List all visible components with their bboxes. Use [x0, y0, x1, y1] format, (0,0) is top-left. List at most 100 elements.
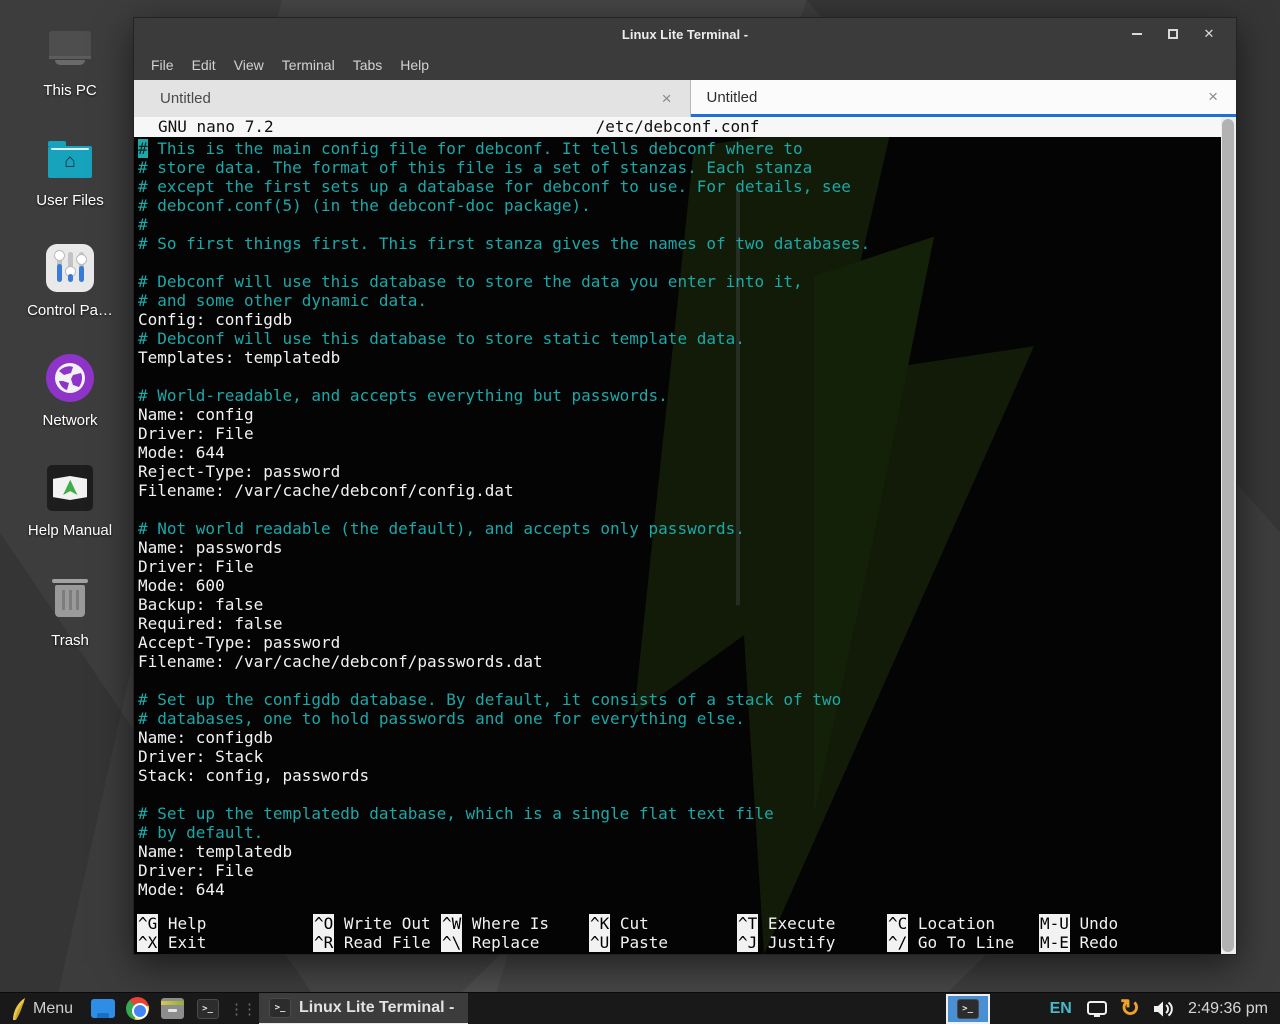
desktop-icon-control-panel[interactable]: Control Pa… — [8, 242, 132, 338]
chrome-launcher[interactable] — [125, 996, 150, 1021]
window-title: Linux Lite Terminal - — [134, 27, 1236, 42]
menu-file[interactable]: File — [142, 53, 183, 77]
minimize-button[interactable] — [1126, 23, 1148, 45]
desktop-icon-this-pc[interactable]: This PC — [8, 22, 132, 118]
volume-icon[interactable] — [1152, 1000, 1174, 1018]
menu-bar: FileEditViewTerminalTabsHelp — [134, 50, 1236, 80]
desktop-icon-label: User Files — [36, 192, 104, 209]
editor-line: Stack: config, passwords — [138, 766, 1236, 785]
shortcut-row: ^X Exit^R Read File^\ Replace^U Paste^J … — [134, 933, 1221, 952]
desktop-icon-help-manual[interactable]: ➤ Help Manual — [8, 462, 132, 558]
editor-line — [138, 671, 1236, 690]
editor-line: # Debconf will use this database to stor… — [138, 329, 1236, 348]
editor-line: # store data. The format of this file is… — [138, 158, 1236, 177]
editor-line: # debconf.conf(5) (in the debconf-doc pa… — [138, 196, 1236, 215]
editor-line: Mode: 600 — [138, 576, 1236, 595]
terminal-window: Linux Lite Terminal - ✕ FileEditViewTerm… — [133, 17, 1237, 955]
title-bar[interactable]: Linux Lite Terminal - ✕ — [134, 18, 1236, 50]
editor-line: Accept-Type: password — [138, 633, 1236, 652]
editor-line: # Debconf will use this database to stor… — [138, 272, 1236, 291]
desktop-icon-label: Control Pa… — [27, 302, 113, 319]
scrollbar[interactable] — [1221, 117, 1236, 954]
text-cursor: # — [138, 139, 148, 158]
laptop-icon — [44, 22, 96, 74]
clock[interactable]: 2:49:36 pm — [1188, 1000, 1268, 1018]
editor-line: Name: config — [138, 405, 1236, 424]
shortcut-row: ^G Help^O Write Out^W Where Is^K Cut^T E… — [134, 914, 1221, 933]
editor-line: # World-readable, and accepts everything… — [138, 386, 1236, 405]
desktop-icon-trash[interactable]: Trash — [8, 572, 132, 668]
editor-line: # — [138, 215, 1236, 234]
chrome-icon — [126, 997, 149, 1020]
tab-untitled-2[interactable]: Untitled × — [691, 80, 1237, 117]
editor-line: # Set up the configdb database. By defau… — [138, 690, 1236, 709]
terminal-content[interactable]: GNU nano 7.2 /etc/debconf.conf # This is… — [134, 117, 1236, 954]
editor-line: Reject-Type: password — [138, 462, 1236, 481]
terminal-launcher[interactable]: >_ — [195, 996, 220, 1021]
nano-shortcut: M-U Undo — [1039, 914, 1221, 933]
archive-launcher[interactable] — [160, 996, 185, 1021]
desktop-icons: This PC ⌂ User Files Control Pa… — [8, 22, 132, 668]
manual-book-icon: ➤ — [44, 462, 96, 514]
editor-line: Name: templatedb — [138, 842, 1236, 861]
terminal-icon: >_ — [197, 999, 219, 1019]
editor-lines[interactable]: # This is the main config file for debco… — [134, 137, 1236, 899]
terminal-icon: >_ — [269, 998, 291, 1018]
menu-help[interactable]: Help — [391, 53, 438, 77]
nano-shortcut: ^W Where Is — [441, 914, 589, 933]
editor-line: Name: passwords — [138, 538, 1236, 557]
menu-terminal[interactable]: Terminal — [273, 53, 344, 77]
editor-line: Templates: templatedb — [138, 348, 1236, 367]
display-icon — [91, 999, 115, 1018]
close-button[interactable]: ✕ — [1198, 23, 1220, 45]
desktop-icon-network[interactable]: Network — [8, 352, 132, 448]
editor-line: # except the first sets up a database fo… — [138, 177, 1236, 196]
taskbar: Menu >_ ⋮⋮ >_ Linux Lite Terminal - >_ E… — [0, 992, 1280, 1024]
desktop-icon-label: This PC — [43, 82, 96, 99]
minimize-icon — [1132, 33, 1142, 35]
editor-line: # This is the main config file for debco… — [138, 139, 1236, 158]
nano-title-bar: GNU nano 7.2 /etc/debconf.conf — [134, 117, 1221, 137]
tab-untitled-1[interactable]: Untitled × — [134, 80, 691, 117]
update-notifier-icon[interactable]: ↻ — [1120, 998, 1140, 1020]
maximize-button[interactable] — [1162, 23, 1184, 45]
tab-close-icon[interactable]: × — [1204, 87, 1222, 107]
editor-line: # and some other dynamic data. — [138, 291, 1236, 310]
editor-line: # by default. — [138, 823, 1236, 842]
tab-label: Untitled — [160, 90, 658, 107]
editor-line: Config: configdb — [138, 310, 1236, 329]
scrollbar-thumb[interactable] — [1222, 119, 1234, 952]
editor-line — [138, 500, 1236, 519]
editor-line: # Not world readable (the default), and … — [138, 519, 1236, 538]
editor-line: Name: configdb — [138, 728, 1236, 747]
desktop-icon-label: Trash — [51, 632, 89, 649]
tray-terminal-button[interactable]: >_ — [946, 994, 990, 1024]
nano-shortcut: ^C Location — [887, 914, 1039, 933]
home-folder-icon: ⌂ — [44, 132, 96, 184]
editor-line: Mode: 644 — [138, 880, 1236, 899]
menu-view[interactable]: View — [225, 53, 273, 77]
editor-line: Mode: 644 — [138, 443, 1236, 462]
menu-button[interactable]: Menu — [33, 1000, 73, 1018]
editor-line: # databases, one to hold passwords and o… — [138, 709, 1236, 728]
menu-logo-icon[interactable] — [10, 997, 27, 1021]
desktop-icon-user-files[interactable]: ⌂ User Files — [8, 132, 132, 228]
menu-edit[interactable]: Edit — [183, 53, 225, 77]
editor-line — [138, 253, 1236, 272]
nano-shortcut: ^\ Replace — [441, 933, 589, 952]
terminal-icon: >_ — [957, 999, 979, 1019]
nano-shortcut: ^O Write Out — [313, 914, 441, 933]
editor-line — [138, 367, 1236, 386]
task-button-terminal[interactable]: >_ Linux Lite Terminal - — [259, 993, 468, 1024]
keyboard-layout-indicator[interactable]: EN — [1050, 1000, 1072, 1018]
nano-shortcut: ^K Cut — [589, 914, 737, 933]
tab-bar: Untitled × Untitled × — [134, 80, 1236, 117]
display-tray-icon[interactable] — [1086, 1000, 1108, 1018]
tab-close-icon[interactable]: × — [658, 89, 676, 109]
nano-shortcut: ^/ Go To Line — [887, 933, 1039, 952]
nano-shortcut: M-E Redo — [1039, 933, 1221, 952]
menu-tabs[interactable]: Tabs — [344, 53, 392, 77]
file-manager-launcher[interactable] — [90, 996, 115, 1021]
editor-line: Required: false — [138, 614, 1236, 633]
editor-line: Filename: /var/cache/debconf/config.dat — [138, 481, 1236, 500]
